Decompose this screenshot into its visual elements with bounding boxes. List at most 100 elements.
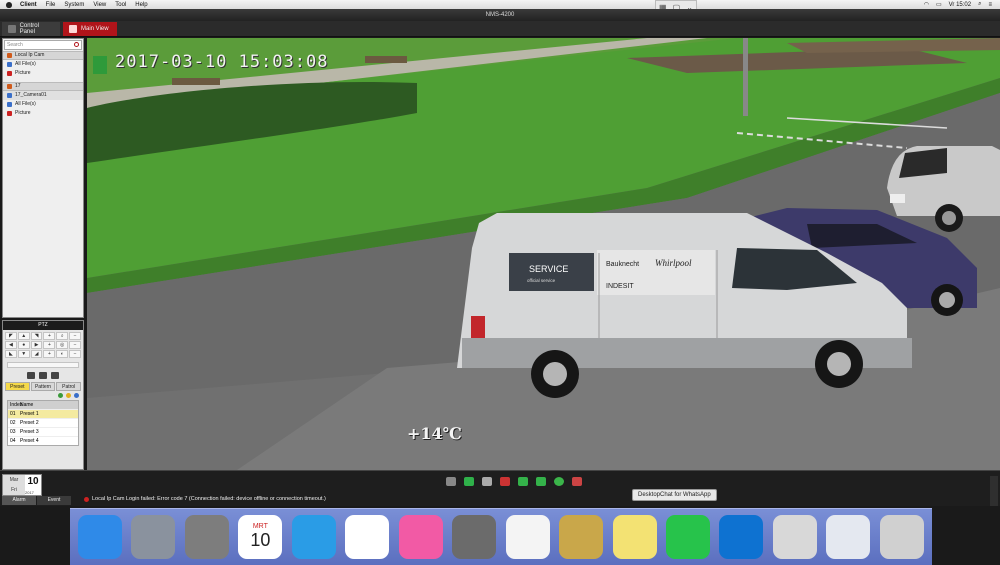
screenshot-icon[interactable] [446,477,456,486]
dock-network-utility-icon[interactable] [826,515,871,559]
ptz-down-right-button[interactable]: ◢ [30,350,43,358]
iris-close-button[interactable]: − [69,350,81,358]
search-input[interactable]: Search [4,40,82,50]
tree-item-picture[interactable]: Picture [3,69,83,78]
ptz-speed-slider[interactable] [7,362,79,368]
zoom-icon[interactable]: ⌕ [56,332,69,340]
menu-list-icon[interactable]: ≡ [988,2,992,8]
tree-group-local-ip-cam[interactable]: Local Ip Cam [3,51,83,60]
snapshot-icon[interactable] [482,477,492,486]
tree-item-all-files[interactable]: All File(s) [3,60,83,69]
dock-teamviewer-icon[interactable] [719,515,764,559]
menu-help[interactable]: Help [135,2,147,8]
focus-icon[interactable]: ◎ [56,341,69,349]
dock-finder-icon[interactable] [78,515,122,559]
zoom-in-button[interactable]: + [43,332,56,340]
van-text-official: official service [527,278,556,283]
menu-app[interactable]: Client [20,2,37,8]
camera-video-view[interactable]: SERVICE Bauknecht Whirlpool INDESIT offi… [87,38,1000,470]
record-icon[interactable] [464,477,474,486]
dock-trash-icon[interactable] [879,515,924,559]
refresh-icon[interactable] [554,477,564,486]
bottom-control-panel: Mar Fri 10 2017 Alarm Event Local Ip Cam… [0,470,1000,506]
dock-calendar-icon[interactable]: MRT 10 [238,515,283,559]
log-scrollbar[interactable] [990,476,998,506]
picture-icon [7,71,12,76]
dock-whatsapp-icon[interactable] [665,515,710,559]
menu-system[interactable]: System [64,2,84,8]
playback-toolbar [446,477,582,486]
tab-patrol[interactable]: Patrol [56,382,82,391]
table-row[interactable]: 01 Preset 1 [8,409,78,418]
mac-dock: MRT 10 [70,508,932,565]
mac-menubar: Client File System View Tool Help ◠ ▭ Vr… [0,0,1000,9]
table-row[interactable]: 04 Preset 4 [8,436,78,445]
iris-icon[interactable]: ◐ [56,350,69,358]
preset-tools [3,392,83,399]
tree-item-camera[interactable]: 17_Camera01 [3,91,83,100]
tree-item-all-files[interactable]: All File(s) [3,100,83,109]
ptz-up-right-button[interactable]: ◥ [30,332,43,340]
menu-view[interactable]: View [93,2,106,8]
ptz-right-button[interactable]: ▶ [30,341,43,349]
folder-icon [7,53,12,58]
call-icon[interactable] [74,393,79,398]
search-icon[interactable]: ⌕ [978,1,981,8]
zoom-out-button[interactable]: − [69,332,81,340]
alarm-icon[interactable] [500,477,510,486]
apple-menu-icon[interactable] [6,1,12,8]
dock-launchpad-icon[interactable] [131,515,176,559]
next-arrow-icon[interactable] [536,477,546,486]
previous-arrow-icon[interactable] [518,477,528,486]
search-icon[interactable] [74,42,79,47]
osd-timestamp: 2017-03-10 15:03:08 [115,52,329,72]
dock-chrome-icon[interactable] [345,515,390,559]
tab-event[interactable]: Event [37,496,71,505]
tab-pattern[interactable]: Pattern [30,382,56,391]
preset-table: Index Name 01 Preset 1 02 Preset 2 03 Pr… [7,400,79,446]
device-tree-panel: Search Local Ip Cam All File(s) Picture … [2,38,84,318]
menu-file[interactable]: File [46,2,56,8]
eye-icon[interactable] [51,372,59,379]
tab-main-view[interactable]: Main View [63,22,117,36]
ptz-left-button[interactable]: ◀ [5,341,17,349]
dock-preview-icon[interactable] [559,515,604,559]
dock-stickies-icon[interactable] [612,515,657,559]
preset-index: 04 [10,438,16,444]
wifi-icon[interactable]: ◠ [924,1,929,8]
ptz-home-button[interactable]: ● [17,341,30,349]
battery-icon[interactable]: ▭ [936,1,942,8]
ptz-down-button[interactable]: ▼ [17,350,30,358]
log-tabs: Alarm Event [2,496,71,505]
edit-icon[interactable] [66,393,71,398]
tree-group-17[interactable]: 17 [3,82,83,91]
dock-calculator-icon[interactable] [452,515,497,559]
tree-item-picture[interactable]: Picture [3,109,83,118]
iris-open-button[interactable]: + [43,350,56,358]
wiper-icon[interactable] [39,372,47,379]
ptz-up-left-button[interactable]: ◤ [5,332,17,340]
light-icon[interactable] [27,372,35,379]
table-row[interactable]: 02 Preset 2 [8,418,78,427]
tab-preset[interactable]: Preset [5,382,30,391]
tab-alarm[interactable]: Alarm [2,496,36,505]
van-text-whirlpool: Whirlpool [655,258,692,268]
mute-icon[interactable] [572,477,582,486]
dock-safari-icon[interactable] [291,515,336,559]
focus-far-button[interactable]: − [69,341,81,349]
add-icon[interactable] [58,393,63,398]
dock-system-preferences-icon[interactable] [184,515,229,559]
date-widget[interactable]: Mar Fri 10 2017 [2,474,42,496]
osd-temperature: +14℃ [407,424,462,443]
dock-itunes-icon[interactable] [398,515,443,559]
table-row[interactable]: 03 Preset 3 [8,427,78,436]
tab-control-panel[interactable]: Control Panel [2,22,60,36]
ptz-down-left-button[interactable]: ◣ [5,350,17,358]
dock-textedit-icon[interactable] [505,515,550,559]
ptz-up-button[interactable]: ▲ [17,332,30,340]
menubar-clock[interactable]: Vr 15:02 [949,2,971,8]
van-text-bauknecht: Bauknecht [606,261,639,268]
focus-near-button[interactable]: + [43,341,56,349]
dock-webcam-icon[interactable] [772,515,817,559]
menu-tool[interactable]: Tool [115,2,126,8]
